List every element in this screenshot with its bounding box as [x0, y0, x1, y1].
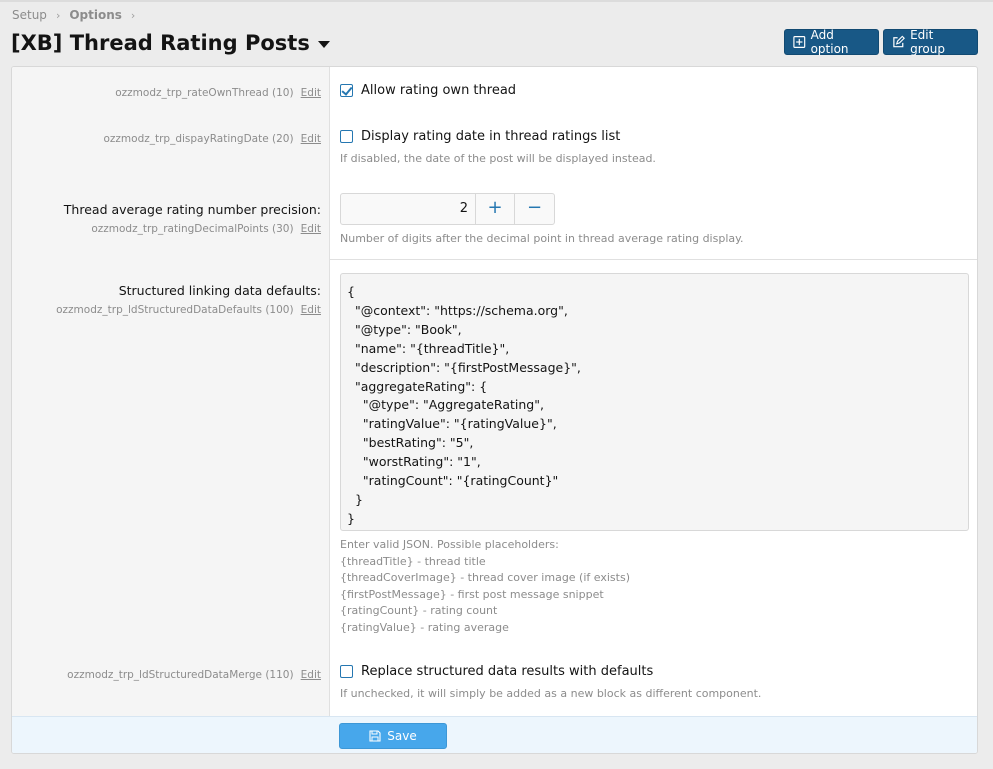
- plus-square-icon: [793, 36, 806, 48]
- option-title: Structured linking data defaults:: [118, 283, 321, 298]
- save-label: Save: [387, 729, 417, 743]
- edit-group-button[interactable]: Edit group: [883, 28, 978, 56]
- edit-icon: [893, 35, 905, 48]
- checkbox-unchecked-icon[interactable]: [340, 665, 353, 678]
- hint-line: {ratingValue} - rating average: [340, 620, 509, 634]
- checkbox-checked-icon[interactable]: [340, 84, 353, 97]
- option-key: ozzmodz_trp_ldStructuredDataDefaults (10…: [56, 304, 294, 316]
- option-title: Thread average rating number precision:: [63, 202, 321, 217]
- option-hint: If disabled, the date of the post will b…: [340, 152, 656, 165]
- page-title-text: [XB] Thread Rating Posts: [11, 31, 310, 55]
- option-structured-merge[interactable]: Replace structured data results with def…: [340, 664, 653, 679]
- save-icon: [369, 730, 381, 742]
- options-panel: ozzmodz_trp_rateOwnThread (10) Edit Allo…: [11, 66, 978, 754]
- option-key: ozzmodz_trp_ratingDecimalPoints (30): [91, 223, 294, 235]
- hint-line: {threadTitle} - thread title: [340, 554, 486, 568]
- option-edit-link[interactable]: Edit: [301, 223, 321, 235]
- add-option-button[interactable]: Add option: [784, 28, 879, 56]
- option-label-structured-merge: ozzmodz_trp_ldStructuredDataMerge (110) …: [20, 663, 321, 682]
- option-label-rate-own-thread: ozzmodz_trp_rateOwnThread (10) Edit: [20, 81, 321, 100]
- checkbox-label[interactable]: Replace structured data results with def…: [361, 664, 653, 679]
- row-divider: [330, 259, 977, 260]
- option-hint: Number of digits after the decimal point…: [340, 232, 744, 245]
- option-edit-link[interactable]: Edit: [301, 87, 321, 99]
- decrement-button[interactable]: −: [515, 194, 554, 224]
- form-footer: Save: [12, 716, 977, 753]
- hint-line: {firstPostMessage} - first post message …: [340, 587, 604, 601]
- option-key: ozzmodz_trp_dispayRatingDate (20): [103, 133, 294, 145]
- option-key: ozzmodz_trp_rateOwnThread (10): [115, 87, 294, 99]
- number-input-value[interactable]: 2: [341, 194, 476, 224]
- breadcrumb-setup[interactable]: Setup: [12, 8, 47, 22]
- add-option-label: Add option: [810, 28, 849, 56]
- checkbox-label[interactable]: Allow rating own thread: [361, 83, 516, 98]
- hint-line: Enter valid JSON. Possible placeholders:: [340, 538, 559, 551]
- breadcrumb-separator-icon: ›: [130, 8, 136, 22]
- option-label-display-rating-date: ozzmodz_trp_dispayRatingDate (20) Edit: [20, 127, 321, 146]
- label-column: [12, 67, 330, 716]
- option-edit-link[interactable]: Edit: [301, 669, 321, 681]
- save-button[interactable]: Save: [339, 723, 447, 749]
- option-edit-link[interactable]: Edit: [301, 304, 321, 316]
- top-border: [0, 0, 993, 2]
- caret-down-icon[interactable]: [317, 40, 330, 48]
- hint-line: {threadCoverImage} - thread cover image …: [340, 571, 630, 584]
- option-key: ozzmodz_trp_ldStructuredDataMerge (110): [67, 669, 294, 681]
- precision-number-input: 2 + −: [340, 193, 555, 225]
- option-hint-list: Enter valid JSON. Possible placeholders:…: [340, 537, 630, 636]
- option-label-precision: Thread average rating number precision: …: [20, 202, 321, 236]
- breadcrumb-separator-icon: ›: [55, 8, 61, 22]
- option-hint: If unchecked, it will simply be added as…: [340, 687, 762, 700]
- checkbox-label[interactable]: Display rating date in thread ratings li…: [361, 129, 620, 144]
- option-display-rating-date[interactable]: Display rating date in thread ratings li…: [340, 129, 620, 144]
- hint-line: {ratingCount} - rating count: [340, 604, 498, 617]
- breadcrumb-options[interactable]: Options: [69, 8, 122, 22]
- option-edit-link[interactable]: Edit: [301, 133, 321, 145]
- structured-data-textarea[interactable]: { "@context": "https://schema.org", "@ty…: [340, 273, 969, 531]
- checkbox-unchecked-icon[interactable]: [340, 130, 353, 143]
- breadcrumb: Setup › Options ›: [12, 8, 144, 22]
- increment-button[interactable]: +: [476, 194, 515, 224]
- option-rate-own-thread[interactable]: Allow rating own thread: [340, 83, 516, 98]
- page-title[interactable]: [XB] Thread Rating Posts: [11, 31, 330, 55]
- option-label-structured-defaults: Structured linking data defaults: ozzmod…: [20, 283, 321, 317]
- edit-group-label: Edit group: [910, 28, 945, 56]
